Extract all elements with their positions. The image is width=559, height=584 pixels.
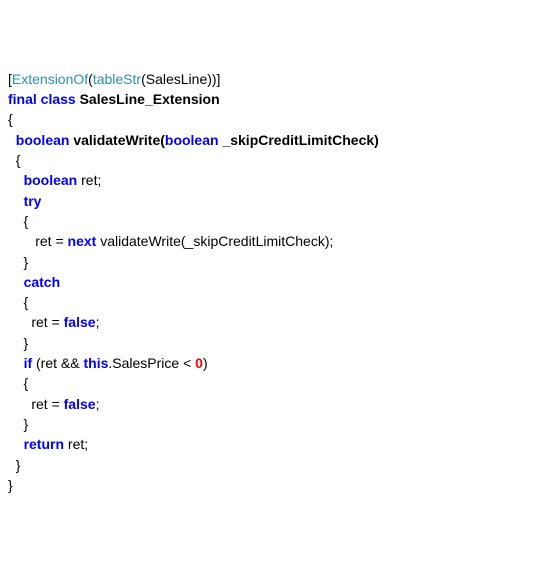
code-line: try	[8, 191, 551, 211]
code-token: }	[8, 416, 28, 432]
code-token: _skipCreditLimitCheck)	[219, 132, 379, 148]
code-token: next	[68, 233, 97, 249]
code-line: catch	[8, 272, 551, 292]
code-line: if (ret && this.SalesPrice < 0)	[8, 353, 551, 373]
code-token	[8, 132, 16, 148]
code-token: .SalesPrice <	[108, 355, 195, 371]
code-token: 0	[195, 355, 203, 371]
code-line: }	[8, 455, 551, 475]
code-token: false	[64, 396, 96, 412]
code-token: {	[8, 294, 28, 310]
code-token: }	[8, 477, 13, 493]
code-line: [ExtensionOf(tableStr(SalesLine))]	[8, 69, 551, 89]
code-token: if	[24, 355, 33, 371]
code-line: {	[8, 109, 551, 129]
code-token: boolean	[24, 172, 78, 188]
code-line: ret = false;	[8, 394, 551, 414]
code-token: validateWrite(_skipCreditLimitCheck);	[96, 233, 333, 249]
code-line: ret = false;	[8, 312, 551, 332]
code-line: }	[8, 475, 551, 495]
code-token: final class	[8, 91, 76, 107]
code-token: (ret &&	[32, 355, 83, 371]
code-line: }	[8, 252, 551, 272]
code-token	[8, 436, 24, 452]
code-token	[8, 193, 24, 209]
code-line: ret = next validateWrite(_skipCreditLimi…	[8, 231, 551, 251]
code-line: final class SalesLine_Extension	[8, 89, 551, 109]
code-token	[8, 355, 24, 371]
code-token: ;	[96, 396, 100, 412]
code-token: catch	[24, 274, 61, 290]
code-token: ret =	[8, 396, 64, 412]
code-token	[8, 172, 24, 188]
code-token: {	[8, 111, 13, 127]
code-line: boolean validateWrite(boolean _skipCredi…	[8, 130, 551, 150]
code-token: ret;	[77, 172, 101, 188]
code-line: {	[8, 373, 551, 393]
code-token: false	[64, 314, 96, 330]
code-token: }	[8, 254, 28, 270]
code-token: {	[8, 375, 28, 391]
code-token: (SalesLine))]	[141, 71, 220, 87]
code-token: }	[8, 457, 20, 473]
code-token: return	[24, 436, 64, 452]
code-token: boolean	[16, 132, 70, 148]
code-token: this	[83, 355, 108, 371]
code-token: ;	[96, 314, 100, 330]
code-token: validateWrite(	[69, 132, 164, 148]
code-line: {	[8, 150, 551, 170]
code-token: )	[203, 355, 208, 371]
code-token: {	[8, 213, 28, 229]
code-line: boolean ret;	[8, 170, 551, 190]
code-token	[8, 274, 24, 290]
code-token: ret;	[64, 436, 88, 452]
code-token: {	[8, 152, 20, 168]
code-line: }	[8, 333, 551, 353]
code-token: tableStr	[93, 71, 141, 87]
code-token: ret =	[8, 233, 68, 249]
code-token: SalesLine_Extension	[76, 91, 220, 107]
code-token: try	[24, 193, 42, 209]
code-token: }	[8, 335, 28, 351]
code-token: ExtensionOf	[12, 71, 88, 87]
code-line: {	[8, 292, 551, 312]
code-block: [ExtensionOf(tableStr(SalesLine))]final …	[8, 69, 551, 495]
code-token: boolean	[165, 132, 219, 148]
code-line: {	[8, 211, 551, 231]
code-token: ret =	[8, 314, 64, 330]
code-line: }	[8, 414, 551, 434]
code-line: return ret;	[8, 434, 551, 454]
